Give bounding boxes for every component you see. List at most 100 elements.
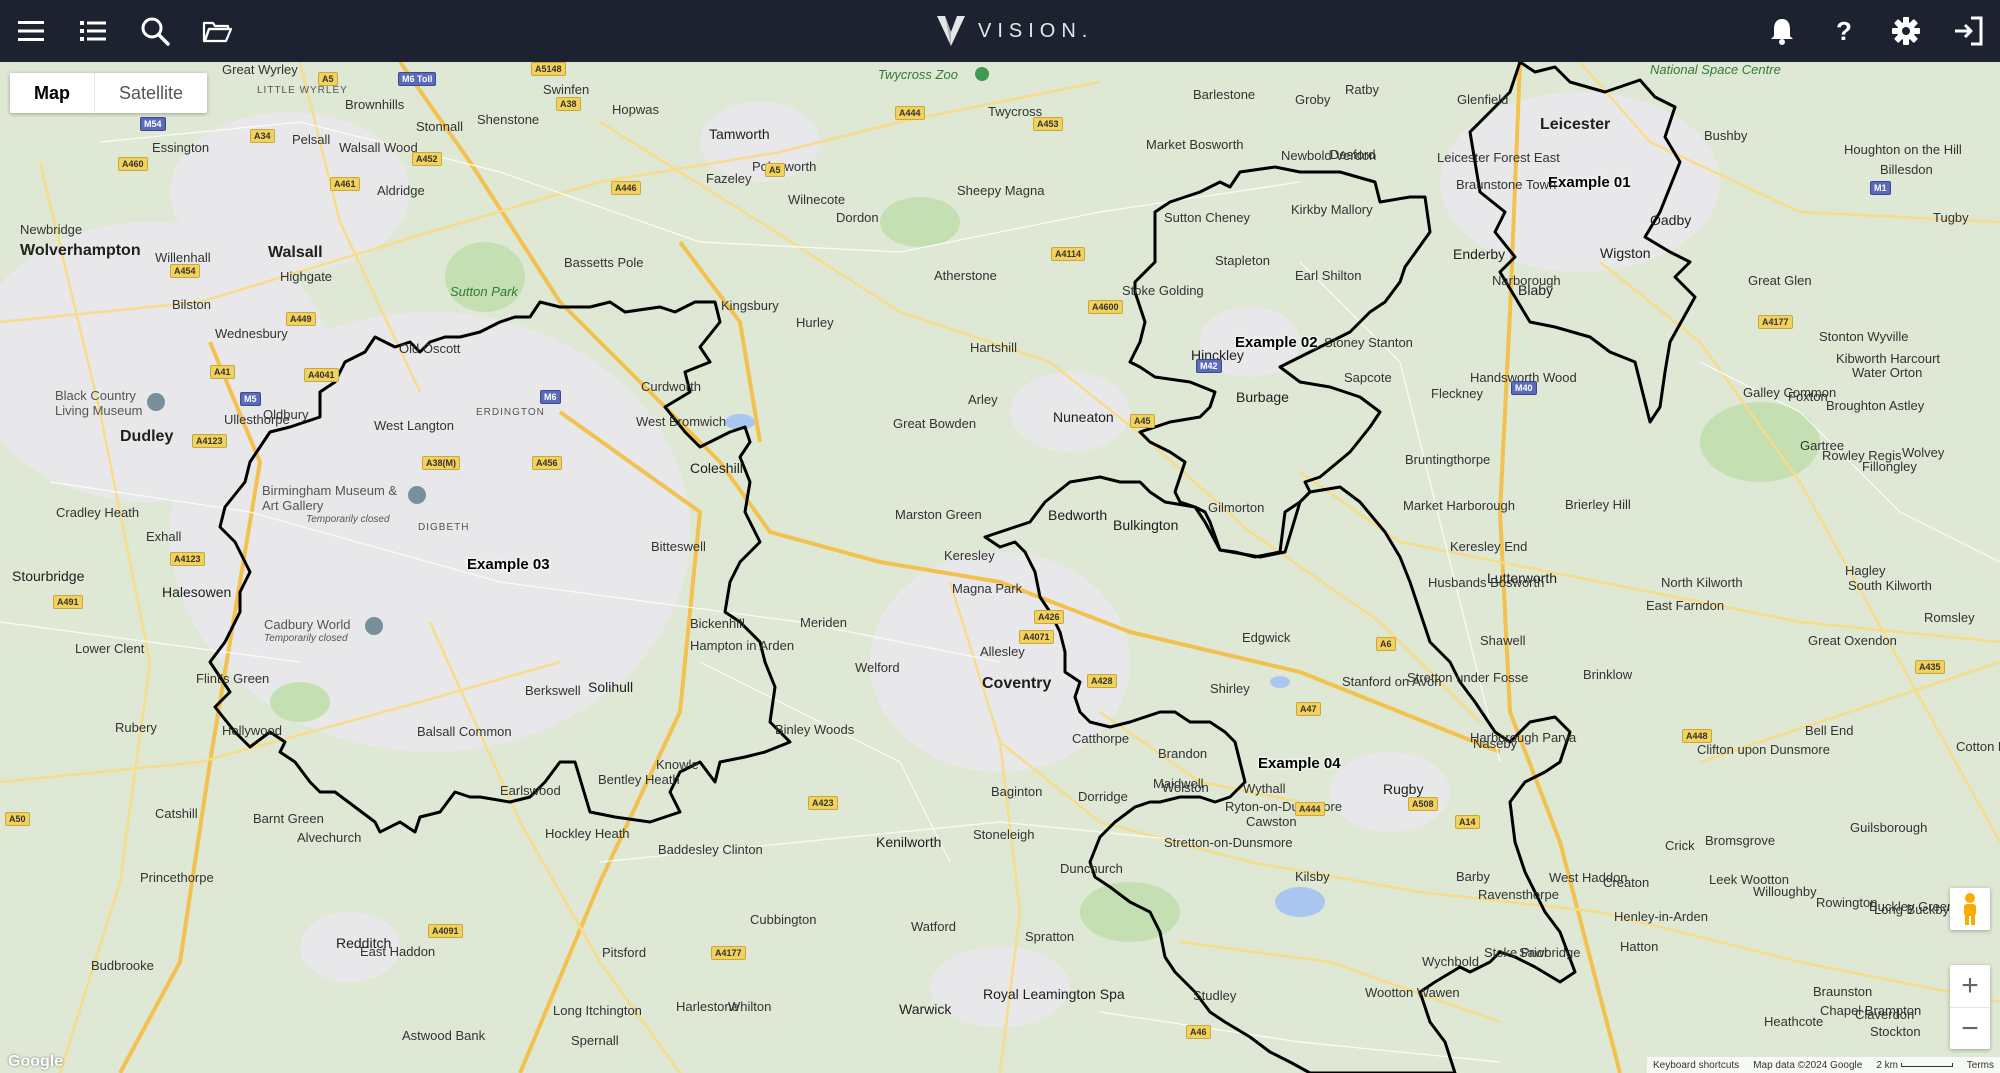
road-shield: A5148 (531, 62, 566, 76)
road-shield: M42 (1196, 359, 1222, 373)
terms-link[interactable]: Terms (1967, 1060, 1994, 1071)
village-label: Earl Shilton (1295, 268, 1362, 283)
map-type-satellite-button[interactable]: Satellite (94, 73, 207, 113)
village-label: Sawbridge (1519, 945, 1581, 960)
village-label: Heathcote (1764, 1014, 1824, 1029)
village-label: Catthorpe (1072, 731, 1130, 746)
map-type-map-button[interactable]: Map (10, 73, 94, 113)
village-label: Bentley Heath (598, 772, 680, 787)
village-label: Brownhills (345, 97, 405, 112)
village-label: Shirley (1210, 681, 1250, 696)
village-label: Kirkby Mallory (1291, 202, 1373, 217)
village-label: Welford (855, 660, 900, 675)
place-label: Nuneaton (1053, 409, 1114, 425)
village-label: Cawston (1246, 814, 1297, 829)
list-button[interactable] (62, 0, 124, 62)
road-shield: A4091 (428, 924, 463, 938)
search-button[interactable] (124, 0, 186, 62)
village-label: Shenstone (477, 112, 540, 127)
road-shield: A4071 (1019, 630, 1054, 644)
keyboard-shortcuts-link[interactable]: Keyboard shortcuts (1653, 1060, 1739, 1071)
village-label: Hurley (796, 315, 834, 330)
village-label: Claverdon (1855, 1007, 1915, 1022)
village-label: Princethorpe (140, 870, 214, 885)
village-label: Great Wyrley (222, 62, 298, 77)
road-shield: A4123 (170, 552, 205, 566)
village-label: West Langton (374, 418, 454, 433)
logout-button[interactable] (1937, 0, 1999, 62)
road-shield: M40 (1511, 381, 1537, 395)
village-label: Creaton (1603, 875, 1650, 890)
village-label: Bassetts Pole (564, 255, 644, 270)
village-label: Swinfen (543, 82, 590, 97)
village-label: Gilmorton (1208, 500, 1265, 515)
village-label: Newbridge (20, 222, 83, 237)
notifications-button[interactable] (1751, 0, 1813, 62)
menu-button[interactable] (0, 0, 62, 62)
village-label: Clifton upon Dunsmore (1697, 742, 1830, 757)
village-label: Great Oxendon (1808, 633, 1897, 648)
settings-button[interactable] (1875, 0, 1937, 62)
village-label: Brinklow (1583, 667, 1633, 682)
village-label: Old Oscott (399, 341, 461, 356)
road-shield: A50 (5, 812, 30, 826)
village-label: Willenhall (155, 250, 211, 265)
zoom-out-button[interactable]: − (1950, 1007, 1990, 1050)
region-label-example-02[interactable]: Example 02 (1235, 334, 1318, 351)
help-button[interactable]: ? (1813, 0, 1875, 62)
region-label-example-04[interactable]: Example 04 (1258, 755, 1341, 772)
village-label: Rubery (115, 720, 157, 735)
village-label: Long Buckby (1874, 902, 1950, 917)
place-label: Wigston (1600, 245, 1651, 261)
road-shield: A46 (1186, 1025, 1211, 1039)
village-label: Great Glen (1748, 273, 1812, 288)
road-shield: M6 (540, 390, 561, 404)
village-label: Romsley (1924, 610, 1975, 625)
village-label: Foxton (1788, 389, 1828, 404)
village-label: Sheepy Magna (957, 183, 1045, 198)
road-shield: A449 (286, 312, 316, 326)
museum-label: Cadbury World (264, 617, 351, 632)
village-label: Magna Park (952, 581, 1023, 596)
place-label: Burbage (1236, 389, 1289, 405)
village-label: Willoughby (1753, 884, 1817, 899)
village-label: Hollywood (222, 723, 282, 738)
village-label: Market Bosworth (1146, 137, 1244, 152)
village-label: Bickenhill (690, 616, 745, 631)
village-label: Hopwas (612, 102, 659, 117)
village-label: Hockley Heath (545, 826, 630, 841)
brand-logo: VISION. (936, 12, 1093, 50)
top-bar: VISION. ? (0, 0, 2000, 62)
road-shield: A4114 (1051, 247, 1086, 261)
village-label: Stoke Golding (1122, 283, 1204, 298)
open-folder-button[interactable] (186, 0, 248, 62)
road-shield: A38 (556, 97, 581, 111)
region-label-example-03[interactable]: Example 03 (467, 556, 550, 573)
village-label: Dordon (836, 210, 879, 225)
vision-logo-icon (937, 16, 965, 46)
village-label: Kilsby (1295, 869, 1330, 884)
place-label: Rugby (1383, 781, 1424, 797)
scale-bar[interactable]: 2 km (1876, 1060, 1953, 1071)
place-label: Bedworth (1048, 507, 1108, 523)
region-label-example-01[interactable]: Example 01 (1548, 174, 1631, 191)
village-label: Desford (1330, 147, 1376, 162)
map-data-attribution: Map data ©2024 Google (1753, 1059, 1863, 1071)
village-label: Great Bowden (893, 416, 977, 431)
place-label: Solihull (588, 679, 634, 695)
village-label: Stapleton (1215, 253, 1270, 268)
village-label: Narborough (1492, 273, 1561, 288)
village-label: East Haddon (360, 944, 436, 959)
map-canvas[interactable]: Example 01 Example 02 Example 03 Example… (0, 62, 2000, 1073)
village-label: Keresley End (1450, 539, 1528, 554)
place-label: Royal Leamington Spa (983, 986, 1125, 1002)
village-label: Lower Clent (75, 641, 145, 656)
road-shield: M1 (1870, 181, 1891, 195)
road-shield: A5 (318, 72, 338, 86)
street-view-pegman-button[interactable] (1950, 888, 1990, 930)
village-label: Catshill (155, 806, 198, 821)
zoom-in-button[interactable]: + (1950, 965, 1990, 1007)
road-shield: A4177 (711, 946, 746, 960)
museum-label: Black Country Living Museum (55, 388, 143, 418)
village-label: Stockton (1870, 1024, 1921, 1039)
